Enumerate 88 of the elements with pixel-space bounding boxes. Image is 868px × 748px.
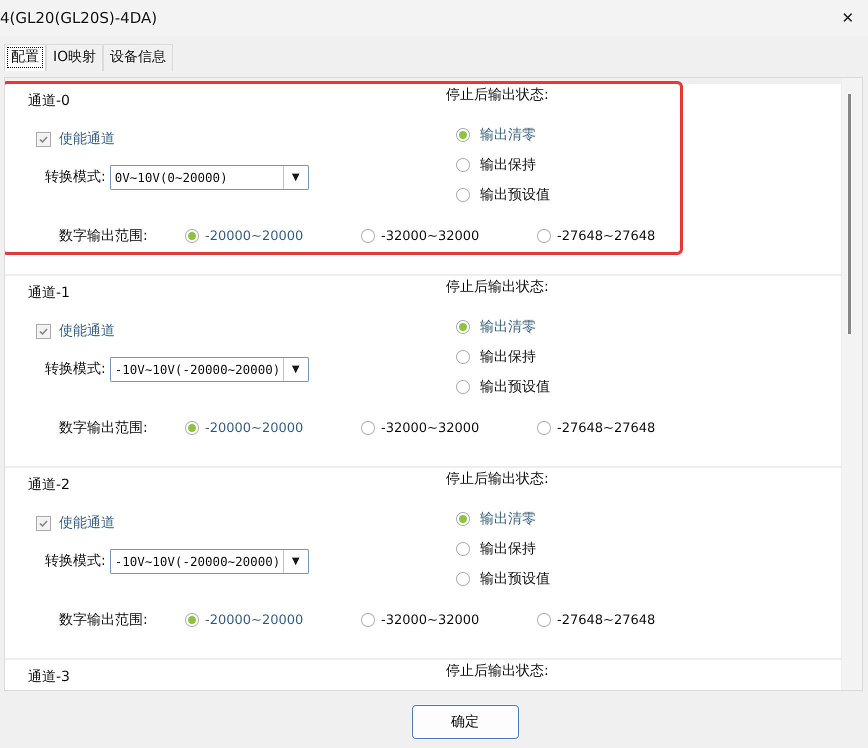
radio-option[interactable]: 输出预设值 [456,372,841,402]
radio-option[interactable]: 输出清零 [456,312,841,342]
tab[interactable]: IO映射 [46,44,104,71]
radio-button[interactable] [537,229,551,243]
option-label: 输出清零 [480,318,536,336]
radio-option[interactable]: -20000~20000 [185,228,361,244]
option-label: 输出清零 [480,510,536,528]
radio-button[interactable] [456,380,470,394]
radio-option[interactable]: 输出预设值 [456,180,841,210]
stop-state-label: 停止后输出状态: [446,278,549,297]
radio-option[interactable]: 输出保持 [456,534,841,564]
range-label: 数字输出范围: [59,611,149,629]
radio-button[interactable] [185,421,199,435]
radio-button[interactable] [361,613,375,627]
radio-option[interactable]: 输出保持 [456,342,841,372]
radio-option[interactable]: 输出清零 [456,120,841,150]
mode-label: 转换模式: [45,168,106,186]
checkmark-icon [38,326,49,336]
option-label: -20000~20000 [205,228,304,244]
checkbox[interactable] [36,516,51,530]
window-title: 4(GL20(GL20S)-4DA) [0,9,158,27]
radio-option[interactable]: 输出预设值 [456,564,841,594]
channel-title: 通道-0 [28,92,70,111]
close-button[interactable]: ✕ [828,9,868,27]
radio-button[interactable] [456,350,470,364]
radio-button[interactable] [456,188,470,202]
option-label: -20000~20000 [205,612,304,628]
radio-button[interactable] [185,229,199,243]
radio-button[interactable] [361,229,375,243]
mode-dropdown[interactable]: -10V~10V(-20000~20000) ▼ [110,548,309,574]
mode-dropdown[interactable]: -10V~10V(-20000~20000) ▼ [110,356,309,382]
channel-title: 通道-1 [28,284,70,303]
radio-option[interactable]: -32000~32000 [361,420,537,436]
radio-option[interactable]: -20000~20000 [185,612,361,628]
checkmark-icon [38,134,49,144]
channel-title: 通道-3 [28,668,70,687]
radio-option[interactable]: -32000~32000 [361,612,537,628]
option-label: -27648~27648 [557,228,656,244]
checkbox[interactable] [36,132,51,146]
radio-button[interactable] [537,613,551,627]
option-label: 输出保持 [480,540,536,558]
radio-option[interactable]: -32000~32000 [361,228,537,244]
scroll-thumb[interactable] [848,94,851,334]
range-label: 数字输出范围: [59,227,149,245]
radio-button[interactable] [456,158,470,172]
radio-option[interactable]: 输出清零 [456,504,841,534]
checkbox-label: 使能通道 [59,130,115,148]
stop-state-label: 停止后输出状态: [446,662,549,681]
option-label: 输出保持 [480,348,536,366]
option-label: 输出预设值 [480,570,550,588]
radio-option[interactable]: -27648~27648 [537,612,713,628]
checkbox-label: 使能通道 [59,514,115,532]
radio-option[interactable]: -27648~27648 [537,228,713,244]
tab[interactable]: 配置 [4,44,46,71]
range-label: 数字输出范围: [59,419,149,437]
option-label: -27648~27648 [557,420,656,436]
checkbox[interactable] [36,324,51,338]
option-label: 输出保持 [480,156,536,174]
radio-button[interactable] [456,320,470,334]
checkbox-label: 使能通道 [59,322,115,340]
option-label: -20000~20000 [205,420,304,436]
radio-option[interactable]: -27648~27648 [537,420,713,436]
option-label: 输出预设值 [480,378,550,396]
mode-label: 转换模式: [45,360,106,378]
option-label: 输出清零 [480,126,536,144]
radio-button[interactable] [456,572,470,586]
radio-button[interactable] [537,421,551,435]
option-label: -32000~32000 [381,612,480,628]
channel-title: 通道-2 [28,476,70,495]
mode-label: 转换模式: [45,552,106,570]
ok-button[interactable]: 确定 [412,705,518,739]
mode-dropdown[interactable]: 0V~10V(0~20000) ▼ [110,164,309,190]
option-label: -27648~27648 [557,612,656,628]
stop-state-label: 停止后输出状态: [446,86,549,105]
tab[interactable]: 设备信息 [103,44,174,71]
radio-button[interactable] [456,542,470,556]
radio-option[interactable]: -20000~20000 [185,420,361,436]
stop-state-label: 停止后输出状态: [446,470,549,489]
option-label: 输出预设值 [480,186,550,204]
checkmark-icon [38,518,49,528]
radio-button[interactable] [361,421,375,435]
scrollbar[interactable] [842,78,862,690]
radio-button[interactable] [185,613,199,627]
option-label: -32000~32000 [381,228,480,244]
radio-button[interactable] [456,128,470,142]
radio-option[interactable]: 输出保持 [456,150,841,180]
option-label: -32000~32000 [381,420,480,436]
radio-button[interactable] [456,512,470,526]
